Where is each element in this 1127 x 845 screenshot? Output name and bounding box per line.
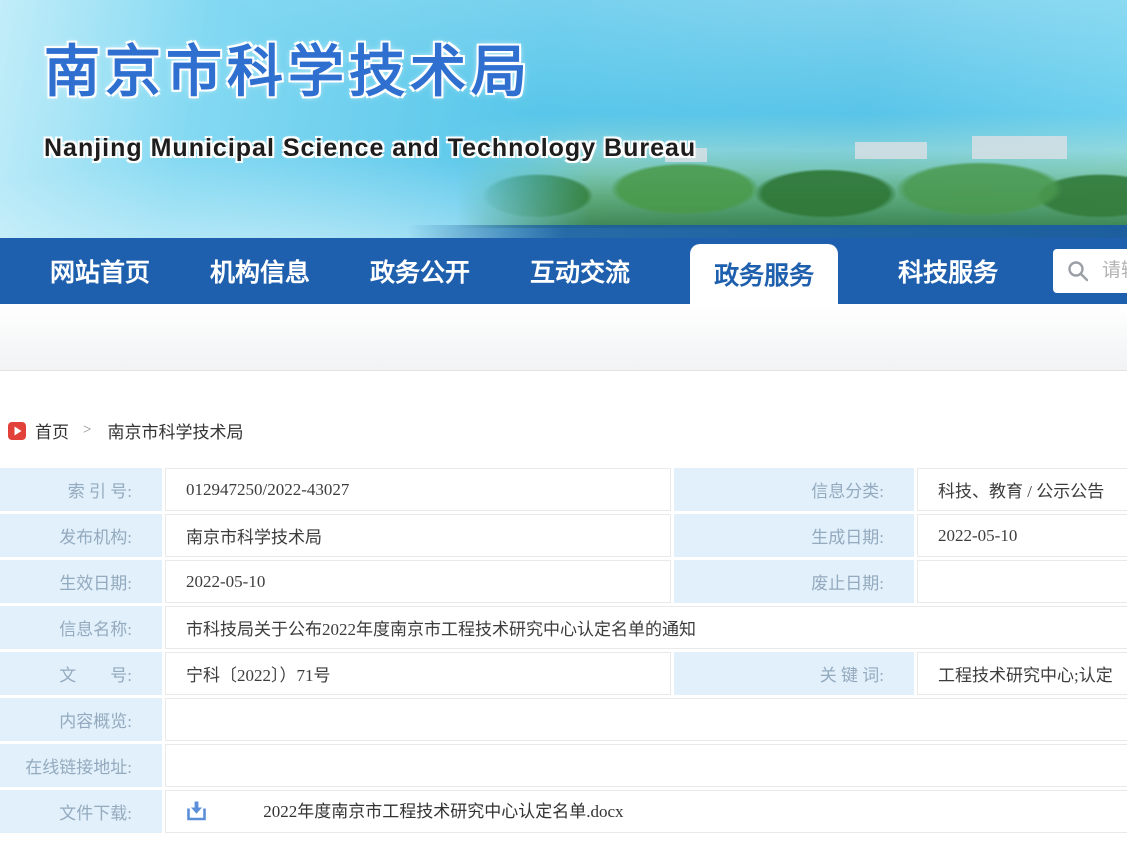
label-expiry-date: 废止日期: xyxy=(674,560,914,603)
nav-item-gov-open[interactable]: 政务公开 xyxy=(370,253,470,289)
table-row: 索 引 号: 012947250/2022-43027 信息分类: 科技、教育 … xyxy=(0,468,1127,511)
label-doc-number: 文 号: xyxy=(0,652,162,695)
value-file-download: 2022年度南京市工程技术研究中心认定名单.docx xyxy=(165,790,1127,833)
label-info-title: 信息名称: xyxy=(0,606,162,649)
table-row: 在线链接地址: xyxy=(0,744,1127,787)
breadcrumb-home-link[interactable]: 首页 xyxy=(35,418,69,443)
value-effective-date: 2022-05-10 xyxy=(165,560,671,603)
download-icon[interactable] xyxy=(186,807,211,826)
download-file-link[interactable]: 2022年度南京市工程技术研究中心认定名单.docx xyxy=(263,802,623,821)
breadcrumb-separator: > xyxy=(83,422,91,439)
nav-item-interaction[interactable]: 互动交流 xyxy=(530,253,630,289)
search-box[interactable] xyxy=(1053,249,1127,293)
table-row: 信息名称: 市科技局关于公布2022年度南京市工程技术研究中心认定名单的通知 xyxy=(0,606,1127,649)
nav-item-home[interactable]: 网站首页 xyxy=(50,253,150,289)
value-expiry-date xyxy=(917,560,1127,603)
banner-landscape-image xyxy=(457,113,1127,228)
breadcrumb: 首页 > 南京市科学技术局 xyxy=(8,418,1127,443)
document-info-table: 索 引 号: 012947250/2022-43027 信息分类: 科技、教育 … xyxy=(0,465,1127,836)
site-banner: 南京市科学技术局 Nanjing Municipal Science and T… xyxy=(0,0,1127,238)
value-info-title: 市科技局关于公布2022年度南京市工程技术研究中心认定名单的通知 xyxy=(165,606,1127,649)
label-file-download: 文件下载: xyxy=(0,790,162,833)
label-content-summary: 内容概览: xyxy=(0,698,162,741)
site-title: 南京市科学技术局 xyxy=(44,40,532,104)
banner-water xyxy=(407,225,1127,238)
search-icon xyxy=(1066,259,1090,283)
nav-item-tech-service[interactable]: 科技服务 xyxy=(898,253,998,289)
nav-item-org-info[interactable]: 机构信息 xyxy=(210,253,310,289)
main-nav: 网站首页 机构信息 政务公开 互动交流 政务服务 科技服务 xyxy=(0,238,1127,304)
banner-building xyxy=(855,142,927,159)
label-index-number: 索 引 号: xyxy=(0,468,162,511)
nav-sub-band xyxy=(0,304,1127,371)
label-keywords: 关 键 词: xyxy=(674,652,914,695)
site-subtitle-english: Nanjing Municipal Science and Technology… xyxy=(44,134,696,163)
breadcrumb-current-page: 南京市科学技术局 xyxy=(107,418,243,443)
table-row: 文件下载: 2022年度南京市工程技术研究中心认定名单.docx xyxy=(0,790,1127,833)
value-online-link xyxy=(165,744,1127,787)
table-row: 内容概览: xyxy=(0,698,1127,741)
breadcrumb-home-icon xyxy=(8,422,26,440)
search-input[interactable] xyxy=(1100,259,1127,283)
table-row: 发布机构: 南京市科学技术局 生成日期: 2022-05-10 xyxy=(0,514,1127,557)
label-online-link: 在线链接地址: xyxy=(0,744,162,787)
value-publisher: 南京市科学技术局 xyxy=(165,514,671,557)
value-generate-date: 2022-05-10 xyxy=(917,514,1127,557)
table-row: 生效日期: 2022-05-10 废止日期: xyxy=(0,560,1127,603)
label-info-category: 信息分类: xyxy=(674,468,914,511)
table-row: 文 号: 宁科〔2022〕）71号 关 键 词: 工程技术研究中心;认定 xyxy=(0,652,1127,695)
banner-building xyxy=(972,136,1067,159)
value-content-summary xyxy=(165,698,1127,741)
label-generate-date: 生成日期: xyxy=(674,514,914,557)
value-index-number: 012947250/2022-43027 xyxy=(165,468,671,511)
label-effective-date: 生效日期: xyxy=(0,560,162,603)
value-keywords: 工程技术研究中心;认定 xyxy=(917,652,1127,695)
nav-item-gov-service[interactable]: 政务服务 xyxy=(690,244,838,304)
value-doc-number: 宁科〔2022〕）71号 xyxy=(165,652,671,695)
value-info-category: 科技、教育 / 公示公告 xyxy=(917,468,1127,511)
label-publisher: 发布机构: xyxy=(0,514,162,557)
